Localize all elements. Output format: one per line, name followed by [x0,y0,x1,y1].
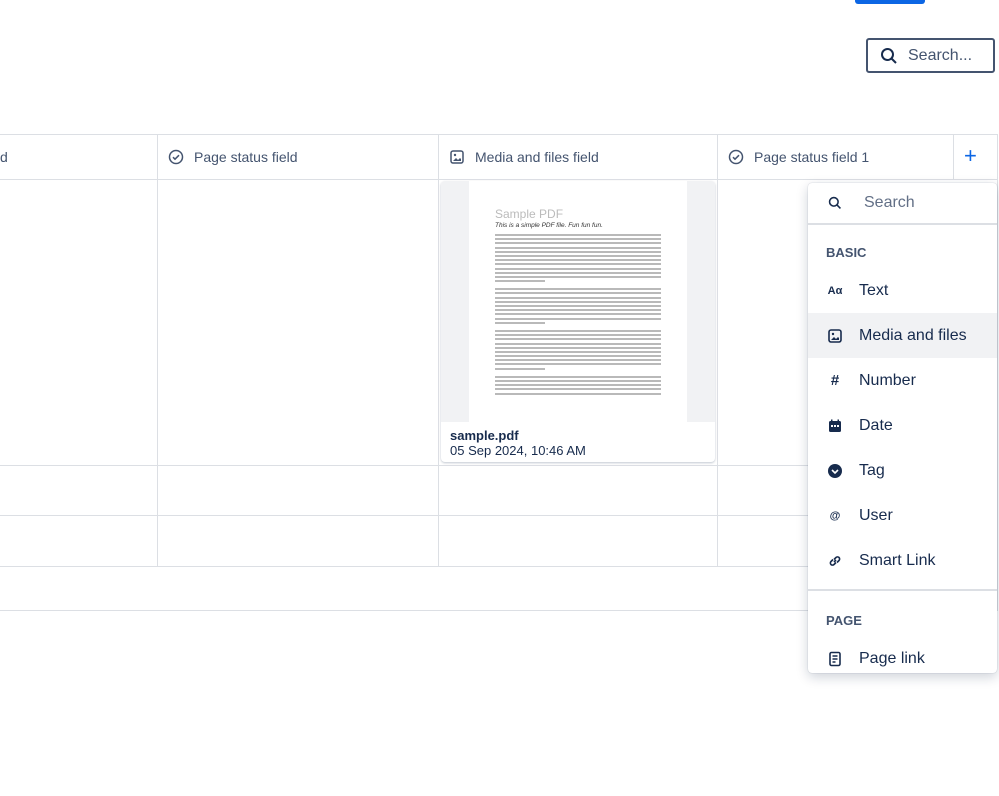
preview-text-line [495,275,661,278]
divider [953,134,954,180]
menu-item-number[interactable]: # Number [808,358,997,403]
preview-text-line [495,355,661,358]
field-type-menu: Search BASIC Aα Text Media and files # Num… [808,183,997,673]
preview-text-line [495,246,661,249]
column-header-media[interactable]: Media and files field [449,134,599,180]
divider [438,134,439,566]
preview-text-line [495,350,661,353]
preview-text-line [495,329,661,332]
preview-text-line [495,342,661,345]
menu-item-tag[interactable]: Tag [808,448,997,493]
tag-icon [828,463,842,478]
divider [997,134,998,610]
media-file-card[interactable]: Sample PDF This is a simple PDF file. Fu… [441,181,715,462]
column-header[interactable]: d [0,134,8,180]
preview-text-line [495,359,661,362]
preview-text-line [495,250,661,253]
column-header-label: Media and files field [475,149,599,165]
preview-text-line [495,234,661,236]
menu-item-media[interactable]: Media and files [808,313,997,358]
preview-text-line [495,380,661,382]
search-button[interactable]: Search... [866,38,995,73]
menu-search[interactable]: Search [808,183,997,225]
menu-item-label: Smart Link [859,551,936,569]
pdf-preview: Sample PDF This is a simple PDF file. Fu… [441,181,715,422]
menu-item-label: Tag [859,461,885,479]
menu-item-label: Date [859,416,893,434]
page-icon [829,651,841,666]
menu-item-label: Media and files [859,326,967,344]
preview-text-line [495,242,661,245]
column-header-label: Page status field 1 [754,149,870,165]
image-icon [450,150,464,164]
hash-icon: # [830,372,840,389]
preview-text-line [495,280,545,283]
preview-text-line [495,367,545,370]
menu-search-input[interactable]: Search [864,194,915,212]
preview-text-line [495,346,661,349]
preview-text-line [495,334,661,337]
preview-subtitle: This is a simple PDF file. Fun fun fun. [495,222,603,229]
preview-text-line [495,338,661,341]
menu-item-smart-link[interactable]: Smart Link [808,538,997,583]
search-label: Search... [908,46,973,64]
check-circle-icon [168,149,184,165]
preview-title: Sample PDF [495,207,564,221]
menu-item-label: Page link [859,649,925,667]
menu-item-text[interactable]: Aα Text [808,268,997,313]
menu-item-label: User [859,506,893,524]
preview-text-line [495,238,661,241]
link-icon [829,555,841,566]
menu-item-date[interactable]: Date [808,403,997,448]
primary-button[interactable] [855,0,925,4]
column-header-page-status[interactable]: Page status field [168,134,298,180]
menu-item-label: Text [859,281,889,299]
check-circle-icon [728,149,744,165]
menu-item-page-link[interactable]: Page link [808,636,997,673]
preview-text-line [495,263,661,266]
preview-text-line [495,296,661,299]
preview-text-line [495,267,661,270]
preview-text-line [495,259,661,262]
preview-text-line [495,363,661,366]
preview-text-line [495,313,661,316]
file-timestamp: 05 Sep 2024, 10:46 AM [450,443,586,458]
file-name: sample.pdf [450,428,519,443]
preview-text-line [495,288,661,291]
calendar-icon [829,419,841,432]
preview-text-line [495,305,661,307]
section-basic: BASIC [826,245,867,260]
preview-text-line [495,254,661,257]
preview-text-line [495,309,661,312]
preview-text-line [495,292,661,295]
preview-text-line [495,271,661,274]
search-icon [828,196,841,209]
preview-text-line [495,317,661,320]
image-icon [828,328,842,343]
preview-text-line [495,321,545,324]
column-header-label: d [0,149,8,165]
preview-text-line [495,300,661,303]
preview-text-line [495,375,661,378]
column-header-page-status-1[interactable]: Page status field 1 [728,134,869,180]
add-column-button[interactable]: + [964,145,977,167]
preview-text-line [495,392,661,395]
section-page: PAGE [826,613,862,628]
at-icon: @ [829,509,841,522]
column-header-label: Page status field [194,149,298,165]
preview-text-line [495,384,661,387]
divider [717,134,718,566]
divider [157,134,158,566]
preview-text-line [495,388,661,391]
text-icon: Aα [827,284,843,297]
menu-item-label: Number [859,371,916,389]
menu-item-user[interactable]: @ User [808,493,997,538]
search-icon [881,47,897,64]
